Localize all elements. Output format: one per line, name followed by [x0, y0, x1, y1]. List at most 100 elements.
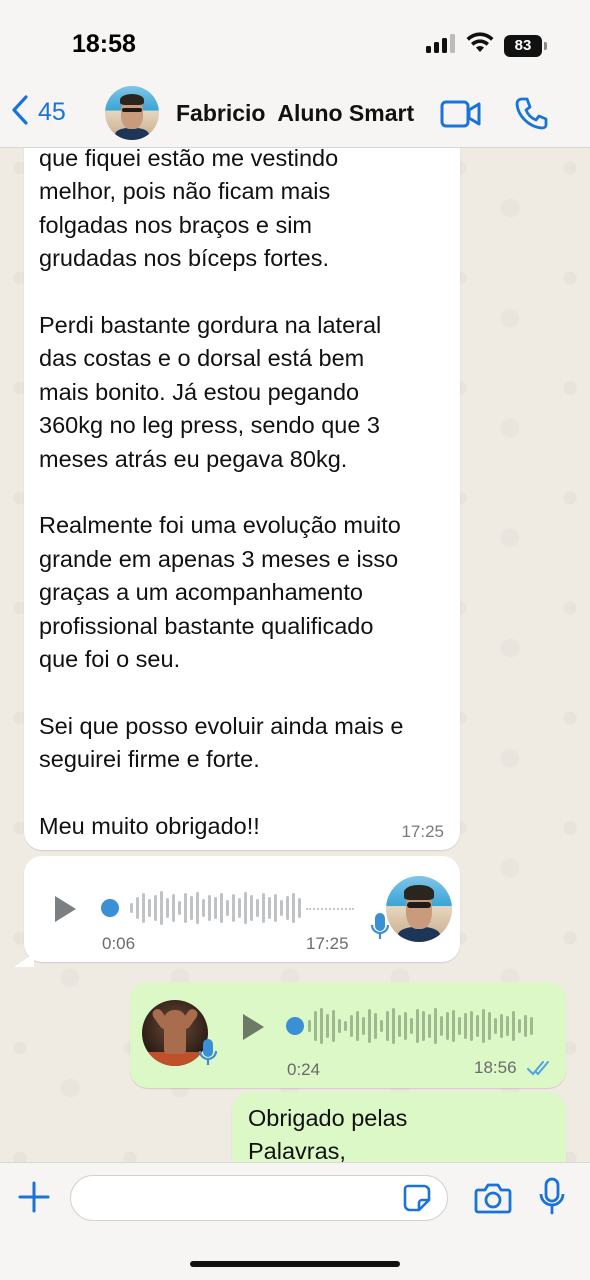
waveform-bar	[464, 1013, 467, 1039]
waveform-bar	[238, 898, 241, 918]
voice-waveform[interactable]	[308, 1006, 533, 1046]
waveform-bar	[184, 893, 187, 923]
camera-icon[interactable]	[474, 1181, 512, 1220]
waveform-bar	[494, 1018, 497, 1034]
battery-level: 83	[514, 37, 532, 54]
waveform-bar	[338, 1019, 341, 1033]
voice-duration: 0:24	[287, 1060, 321, 1079]
outgoing-text-message[interactable]: Obrigado pelas Palavras,	[232, 1092, 566, 1162]
waveform-bar	[220, 893, 223, 923]
back-chevron-icon	[10, 94, 30, 131]
waveform-bar	[202, 899, 205, 917]
waveform-bar	[470, 1011, 473, 1041]
chat-header: 45 Fabricio Aluno Smart	[0, 80, 590, 148]
waveform-dots	[306, 908, 354, 910]
waveform-bar	[250, 895, 253, 921]
waveform-bar	[232, 894, 235, 922]
playhead-dot[interactable]	[101, 899, 119, 917]
video-call-icon[interactable]	[440, 98, 482, 135]
waveform-bar	[398, 1015, 401, 1037]
waveform-bar	[380, 1020, 383, 1032]
waveform-bar	[268, 897, 271, 919]
microphone-badge-icon	[198, 1038, 218, 1073]
waveform-bar	[518, 1019, 521, 1033]
signal-icon	[426, 33, 456, 58]
waveform-bar	[428, 1014, 431, 1038]
waveform-bar	[178, 901, 181, 915]
waveform-bar	[392, 1008, 395, 1044]
phone-icon[interactable]	[515, 96, 549, 135]
waveform-bar	[226, 900, 229, 916]
contact-name[interactable]: Fabricio Aluno Smart	[176, 100, 414, 127]
waveform-bar	[190, 896, 193, 920]
play-icon[interactable]	[52, 894, 78, 929]
status-icons: 83	[426, 32, 547, 59]
incoming-voice-message[interactable]: 0:06 17:25	[24, 856, 460, 962]
message-time: 18:56	[474, 1058, 517, 1077]
playhead-dot[interactable]	[286, 1017, 304, 1035]
wifi-icon	[466, 32, 494, 59]
chat-area[interactable]: que fiquei estão me vestindo melhor, poi…	[0, 148, 590, 1162]
voice-duration: 0:06	[102, 934, 136, 953]
waveform-bar	[142, 893, 145, 923]
outgoing-voice-message[interactable]: 0:24 18:56	[130, 982, 566, 1088]
waveform-bar	[196, 892, 199, 924]
waveform-bar	[422, 1011, 425, 1041]
message-text: Obrigado pelas Palavras,	[248, 1105, 408, 1162]
waveform-bar	[292, 893, 295, 923]
unread-count: 45	[38, 98, 66, 126]
home-indicator[interactable]	[190, 1261, 400, 1267]
waveform-bar	[166, 898, 169, 918]
sticker-icon[interactable]	[402, 1183, 432, 1218]
waveform-bar	[298, 898, 301, 918]
waveform-bar	[440, 1016, 443, 1036]
voice-waveform[interactable]	[130, 888, 301, 928]
back-button[interactable]: 45	[10, 94, 66, 131]
waveform-bar	[160, 891, 163, 925]
waveform-bar	[262, 893, 265, 923]
waveform-bar	[458, 1017, 461, 1035]
waveform-bar	[512, 1011, 515, 1041]
waveform-bar	[530, 1017, 533, 1035]
waveform-bar	[154, 895, 157, 921]
waveform-bar	[356, 1011, 359, 1041]
contact-avatar[interactable]	[105, 86, 159, 140]
waveform-bar	[208, 895, 211, 921]
incoming-text-message[interactable]: que fiquei estão me vestindo melhor, poi…	[24, 148, 460, 850]
microphone-icon[interactable]	[538, 1177, 566, 1222]
waveform-bar	[386, 1011, 389, 1041]
message-input[interactable]	[70, 1175, 448, 1221]
plus-icon[interactable]	[16, 1179, 52, 1220]
waveform-bar	[314, 1011, 317, 1041]
waveform-bar	[506, 1016, 509, 1036]
waveform-bar	[344, 1021, 347, 1031]
waveform-bar	[308, 1020, 311, 1032]
waveform-bar	[274, 894, 277, 922]
waveform-bar	[172, 894, 175, 922]
read-receipt-icon	[527, 1060, 553, 1081]
waveform-bar	[434, 1008, 437, 1044]
play-icon[interactable]	[240, 1012, 266, 1047]
waveform-bar	[280, 900, 283, 916]
waveform-bar	[286, 896, 289, 920]
waveform-bar	[368, 1009, 371, 1043]
waveform-bar	[416, 1009, 419, 1043]
waveform-bar	[320, 1008, 323, 1044]
waveform-bar	[130, 903, 133, 913]
waveform-bar	[148, 899, 151, 917]
input-bar	[0, 1162, 590, 1280]
waveform-bar	[500, 1014, 503, 1038]
status-time: 18:58	[72, 30, 136, 58]
waveform-bar	[524, 1015, 527, 1037]
waveform-bar	[452, 1010, 455, 1042]
message-time: 17:25	[401, 822, 444, 841]
waveform-bar	[482, 1009, 485, 1043]
sender-avatar	[386, 876, 452, 942]
waveform-bar	[446, 1012, 449, 1040]
waveform-bar	[326, 1014, 329, 1038]
waveform-bar	[362, 1017, 365, 1035]
message-time: 17:25	[306, 934, 349, 953]
waveform-bar	[350, 1015, 353, 1037]
waveform-bar	[410, 1018, 413, 1034]
status-bar: 18:58 83	[0, 0, 590, 80]
